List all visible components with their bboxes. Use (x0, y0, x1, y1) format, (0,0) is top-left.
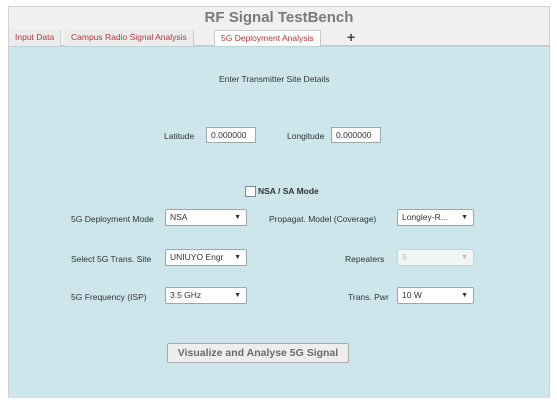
chevron-down-icon: ▼ (461, 292, 468, 299)
tab-input-data[interactable]: Input Data (9, 30, 62, 46)
chevron-down-icon: ▼ (461, 214, 468, 221)
repeaters-label: Repeaters (345, 254, 385, 264)
trans-power-dropdown[interactable]: 10 W ▼ (397, 287, 474, 304)
propagation-model-value: Longley-R... (402, 212, 448, 222)
repeaters-dropdown[interactable]: 5 ▼ (397, 249, 474, 266)
chevron-down-icon: ▼ (461, 254, 468, 261)
chevron-down-icon: ▼ (234, 254, 241, 261)
nsa-sa-mode-checkbox[interactable] (245, 186, 256, 197)
window-titlebar: RF Signal TestBench (9, 7, 549, 29)
visualize-analyse-button[interactable]: Visualize and Analyse 5G Signal (167, 343, 349, 363)
deployment-mode-label: 5G Deployment Mode (71, 214, 154, 224)
app-window: RF Signal TestBench Input Data Campus Ra… (8, 6, 550, 398)
propagation-model-dropdown[interactable]: Longley-R... ▼ (397, 209, 474, 226)
chevron-down-icon: ▼ (234, 292, 241, 299)
frequency-value: 3.5 GHz (170, 290, 202, 300)
add-tab-button[interactable]: + (341, 30, 361, 46)
5g-deployment-panel: Enter Transmitter Site Details Latitude … (9, 46, 549, 398)
frequency-dropdown[interactable]: 3.5 GHz ▼ (165, 287, 247, 304)
trans-power-label: Trans. Pwr (348, 292, 389, 302)
longitude-input[interactable] (331, 127, 381, 143)
propagation-model-label: Propagat. Model (Coverage) (269, 214, 377, 224)
repeaters-value: 5 (402, 252, 407, 262)
chevron-down-icon: ▼ (234, 214, 241, 221)
latitude-input[interactable] (206, 127, 256, 143)
tab-bar: Input Data Campus Radio Signal Analysis … (9, 29, 549, 47)
frequency-label: 5G Frequency (ISP) (71, 292, 147, 302)
deployment-mode-value: NSA (170, 212, 188, 222)
latitude-label: Latitude (164, 131, 195, 141)
site-details-heading: Enter Transmitter Site Details (219, 74, 330, 84)
trans-site-value: UNIUYO Engr (170, 252, 224, 262)
longitude-label: Longitude (287, 131, 325, 141)
trans-power-value: 10 W (402, 290, 422, 300)
trans-site-dropdown[interactable]: UNIUYO Engr ▼ (165, 249, 247, 266)
nsa-sa-mode-label: NSA / SA Mode (258, 186, 319, 196)
tab-campus-radio-signal-analysis[interactable]: Campus Radio Signal Analysis (65, 30, 194, 46)
deployment-mode-dropdown[interactable]: NSA ▼ (165, 209, 247, 226)
tab-5g-deployment-analysis[interactable]: 5G Deployment Analysis (214, 30, 321, 47)
trans-site-label: Select 5G Trans. Site (71, 254, 152, 264)
window-title: RF Signal TestBench (204, 9, 354, 26)
